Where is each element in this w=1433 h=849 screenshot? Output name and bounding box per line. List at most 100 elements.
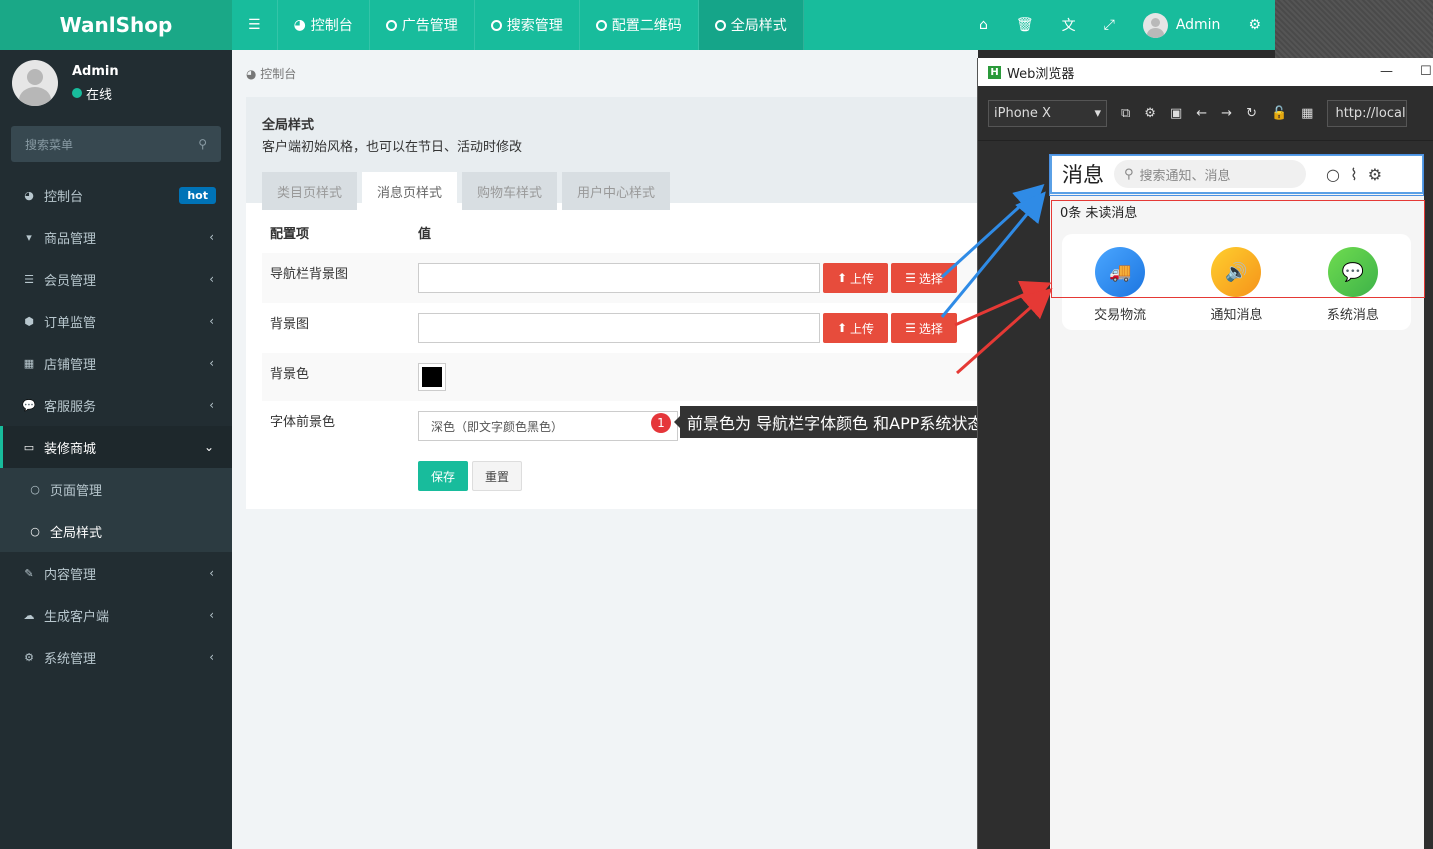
row-label: 导航栏背景图	[262, 253, 410, 303]
table-row: 导航栏背景图 ⬆ 上传 ☰ 选择	[262, 253, 978, 303]
save-button[interactable]: 保存	[418, 461, 468, 491]
chevron-left-icon: ‹	[209, 314, 214, 328]
choose-button[interactable]: ☰ 选择	[891, 263, 957, 293]
nav-bg-image-input[interactable]	[418, 263, 820, 293]
chevron-down-icon: ⌄	[203, 440, 214, 454]
maximize-button[interactable]: ☐	[1420, 64, 1432, 79]
row-label: 背景图	[270, 317, 310, 332]
caret-down-icon: ▾	[1094, 105, 1101, 121]
highlight-box-blue	[1049, 154, 1424, 196]
panel-description: 客户端初始风格，也可以在节日、活动时修改	[262, 140, 523, 155]
expand-icon: ⤢	[1103, 17, 1115, 33]
sidebar-item-orders[interactable]: ⬢ 订单监管 ‹	[0, 300, 232, 342]
tab-ad-management[interactable]: 广告管理	[370, 0, 475, 50]
upload-icon: ⬆	[836, 271, 848, 285]
chevron-left-icon: ‹	[209, 608, 214, 622]
language-icon: 文	[1061, 18, 1076, 34]
online-dot-icon	[72, 88, 82, 98]
tab-search-management[interactable]: 搜索管理	[475, 0, 580, 50]
tab-cart-style[interactable]: 购物车样式	[462, 172, 558, 210]
cube-icon: ⬢	[24, 314, 34, 328]
language-button[interactable]: 文	[1048, 15, 1090, 35]
user-menu[interactable]: Admin	[1129, 12, 1235, 38]
upload-icon: ⬆	[836, 321, 848, 335]
tab-message-style[interactable]: 消息页样式	[362, 172, 458, 210]
url-input[interactable]: http://localh	[1327, 99, 1408, 127]
submenu-decoration: ○ 页面管理 ○ 全局样式	[0, 468, 232, 552]
forward-icon[interactable]: →	[1221, 106, 1232, 121]
sidebar-item-shops[interactable]: ▦ 店铺管理 ‹	[0, 342, 232, 384]
app-logo[interactable]: WanlShop	[0, 0, 232, 50]
sidebar-item-decoration[interactable]: ▭ 装修商城 ⌄	[0, 426, 232, 468]
dashboard-icon: ◕	[24, 188, 34, 202]
breadcrumb[interactable]: ◕ 控制台	[246, 65, 296, 82]
chevron-left-icon: ‹	[209, 230, 214, 244]
minimize-button[interactable]: —	[1380, 64, 1393, 79]
sidebar: Admin 在线 搜索菜单 ⚲ ◕ 控制台 hot ▾ 商品管理 ‹ ☰ 会员管理 ‹ ⬢ 订单…	[0, 50, 232, 849]
top-navbar: ☰ ◕ 控制台 广告管理 搜索管理 配置二维码 全局样式 ⌂ 🗑 文 ⤢ Admi…	[232, 0, 1275, 50]
console-icon[interactable]: ▣	[1170, 106, 1182, 121]
sidebar-item-goods[interactable]: ▾ 商品管理 ‹	[0, 216, 232, 258]
user-name: Admin	[72, 63, 119, 79]
upload-button[interactable]: ⬆ 上传	[823, 313, 888, 343]
chevron-left-icon: ‹	[209, 566, 214, 580]
column-header-value: 值	[418, 227, 432, 242]
search-icon[interactable]: ⚲	[198, 137, 207, 151]
settings-button[interactable]: ⚙	[1234, 17, 1275, 33]
gear-icon[interactable]: ⚙	[1144, 106, 1156, 121]
qrcode-icon[interactable]: ▦	[1301, 106, 1313, 121]
cart-icon: ▾	[26, 230, 32, 244]
clear-cache-button[interactable]: 🗑	[1002, 17, 1048, 33]
sidebar-item-global-style[interactable]: ○ 全局样式	[0, 510, 232, 552]
avatar	[12, 60, 58, 106]
choose-button[interactable]: ☰ 选择	[891, 313, 957, 343]
circle-icon	[714, 19, 726, 31]
tab-category-style[interactable]: 类目页样式	[262, 172, 358, 210]
highlight-box-red	[1051, 200, 1425, 298]
screenshot-icon[interactable]: ⧉	[1121, 106, 1130, 121]
refresh-icon[interactable]: ↻	[1246, 106, 1257, 121]
avatar	[1142, 12, 1168, 38]
bars-icon: ☰	[248, 17, 261, 33]
sidebar-item-content[interactable]: ✎ 内容管理 ‹	[0, 552, 232, 594]
circle-icon: ○	[30, 524, 40, 538]
hot-badge: hot	[179, 186, 216, 204]
sidebar-item-service[interactable]: 💬 客服服务 ‹	[0, 384, 232, 426]
user-status: 在线	[72, 84, 119, 103]
table-row: 背景色	[262, 353, 978, 401]
tab-user-center-style[interactable]: 用户中心样式	[562, 172, 671, 210]
circle-icon	[595, 19, 607, 31]
reset-button[interactable]: 重置	[472, 461, 522, 491]
sidebar-item-members[interactable]: ☰ 会员管理 ‹	[0, 258, 232, 300]
edit-icon: ✎	[24, 566, 34, 580]
config-panel: 全局样式 客户端初始风格，也可以在节日、活动时修改 类目页样式 消息页样式 购物…	[246, 97, 978, 509]
list-icon: ☰	[905, 271, 916, 285]
home-button[interactable]: ⌂	[965, 17, 1002, 33]
bg-color-picker[interactable]	[418, 363, 446, 391]
chevron-left-icon: ‹	[209, 650, 214, 664]
circle-icon	[385, 19, 397, 31]
lock-icon[interactable]: 🔓	[1271, 106, 1287, 121]
column-header-item: 配置项	[270, 227, 310, 242]
dashboard-icon: ◕	[293, 17, 306, 33]
sidebar-item-system[interactable]: ⚙ 系统管理 ‹	[0, 636, 232, 678]
tab-global-style[interactable]: 全局样式	[698, 0, 804, 50]
fullscreen-button[interactable]: ⤢	[1090, 17, 1129, 33]
menu-search-input[interactable]: 搜索菜单 ⚲	[11, 126, 221, 162]
browser-titlebar: H Web浏览器 — ☐	[978, 58, 1433, 86]
sidebar-item-dashboard[interactable]: ◕ 控制台 hot	[0, 174, 232, 216]
device-select[interactable]: iPhone X ▾	[988, 99, 1107, 127]
menu-toggle-button[interactable]: ☰	[232, 0, 278, 50]
sidebar-item-client[interactable]: ☁ 生成客户端 ‹	[0, 594, 232, 636]
bg-image-input[interactable]	[418, 313, 820, 343]
cog-icon: ⚙	[24, 650, 34, 664]
home-icon: ⌂	[978, 17, 988, 33]
config-table: 配置项 值 导航栏背景图 ⬆ 上传 ☰ 选择 背景图 ⬆ 上传 ☰ 选择 背景色…	[262, 213, 978, 501]
tab-qrcode-config[interactable]: 配置二维码	[580, 0, 699, 50]
foreground-color-select[interactable]: 深色（即文字颜色黑色）	[418, 411, 678, 441]
upload-button[interactable]: ⬆ 上传	[823, 263, 888, 293]
tab-dashboard[interactable]: ◕ 控制台	[278, 0, 370, 50]
back-icon[interactable]: ←	[1196, 106, 1207, 121]
list-icon: ☰	[905, 321, 916, 335]
sidebar-item-page-management[interactable]: ○ 页面管理	[0, 468, 232, 510]
